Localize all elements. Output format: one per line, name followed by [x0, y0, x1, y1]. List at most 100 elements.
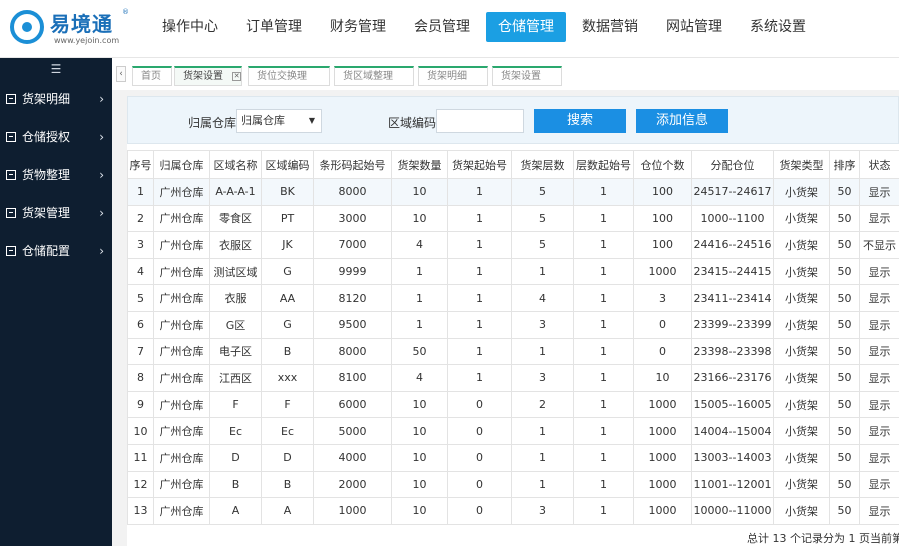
column-header[interactable]: 货架层数: [511, 150, 574, 179]
tab-label: 货架设置: [183, 71, 223, 82]
tab-shelf-detail[interactable]: 货架明细: [418, 66, 488, 86]
table-cell: 1: [573, 364, 634, 392]
column-header[interactable]: 分配仓位: [691, 150, 774, 179]
table-cell: 小货架: [773, 178, 830, 206]
sidebar-item-warehouse-config[interactable]: 仓储配置 ›: [0, 232, 112, 270]
tab-scroll-left-button[interactable]: ‹: [116, 66, 126, 82]
sidebar-item-goods-organize[interactable]: 货物整理 ›: [0, 156, 112, 194]
nav-operation-center[interactable]: 操作中心: [150, 12, 230, 42]
table-row[interactable]: 2 广州仓库 零食区 PT 3000 10 1 5 1 100 1000--1100 小货架 50 显示: [127, 204, 899, 233]
table-row[interactable]: 13 广州仓库 A A 1000 10 0 3 1 1000 10000--11000 小货架 50 显示: [127, 497, 899, 525]
brand-url: www.yejoin.com: [54, 36, 120, 45]
nav-system-settings[interactable]: 系统设置: [738, 12, 818, 42]
sidebar-item-warehouse-auth[interactable]: 仓储授权 ›: [0, 118, 112, 156]
table-cell: 1: [573, 337, 634, 366]
column-header[interactable]: 层数起始号: [573, 150, 634, 179]
table-row[interactable]: 8 广州仓库 江西区 xxx 8100 4 1 3 1 10 23166--23176 小货架 50 显示: [127, 364, 899, 392]
sidebar-item-label: 货物整理: [22, 168, 71, 182]
table-cell: 8000: [313, 178, 392, 206]
add-info-button[interactable]: 添加信息: [636, 109, 728, 133]
table-cell: G区: [209, 310, 262, 339]
table-row[interactable]: 10 广州仓库 Ec Ec 5000 10 0 1 1 1000 14004--15004 小货架 50…: [127, 417, 899, 445]
table-cell: 显示: [859, 364, 899, 392]
table-cell: 23399--23399: [691, 310, 774, 339]
table-cell: 5000: [313, 417, 392, 445]
table-cell: 8120: [313, 284, 392, 312]
table-cell: 小货架: [773, 470, 830, 499]
search-button[interactable]: 搜索: [534, 109, 626, 133]
table-row[interactable]: 5 广州仓库 衣服 AA 8120 1 1 4 1 3 23411--23414 小货架 50 显示: [127, 284, 899, 312]
table-row[interactable]: 7 广州仓库 电子区 B 8000 50 1 1 1 0 23398--23398 小货架 50 显示: [127, 337, 899, 366]
warehouse-select[interactable]: 归属仓库 ▼: [236, 109, 322, 133]
column-header[interactable]: 区域名称: [209, 150, 262, 179]
tab-region-organize[interactable]: 货区域整理: [334, 66, 414, 86]
table-cell: F: [261, 390, 314, 419]
table-cell: 4: [127, 257, 154, 286]
table-cell: 9: [127, 390, 154, 419]
table-row[interactable]: 6 广州仓库 G区 G 9500 1 1 3 1 0 23399--23399 小货架 50 显示: [127, 310, 899, 339]
table-cell: JK: [261, 231, 314, 259]
table-cell: F: [209, 390, 262, 419]
table-cell: 电子区: [209, 337, 262, 366]
column-header[interactable]: 状态: [859, 150, 899, 179]
table-cell: 零食区: [209, 204, 262, 233]
table-cell: 10: [391, 204, 448, 233]
table-cell: Ec: [261, 417, 314, 445]
table-cell: 50: [829, 417, 860, 445]
nav-order-management[interactable]: 订单管理: [234, 12, 314, 42]
search-bar: 归属仓库 归属仓库 ▼ 区域编码 搜索 添加信息: [127, 96, 899, 144]
main-content: 归属仓库 归属仓库 ▼ 区域编码 搜索 添加信息 序号 归属仓库 区域名称 区域…: [112, 90, 899, 546]
table-cell: 1: [573, 204, 634, 233]
table-cell: 8000: [313, 337, 392, 366]
table-row[interactable]: 4 广州仓库 测试区域 G 9999 1 1 1 1 1000 23415--24415 小货架 50 显…: [127, 257, 899, 286]
table-cell: 23166--23176: [691, 364, 774, 392]
table-row[interactable]: 1 广州仓库 A-A-A-1 BK 8000 10 1 5 1 100 24517--24617 小货…: [127, 178, 899, 206]
tab-shelf-settings-2[interactable]: 货架设置: [492, 66, 562, 86]
caret-down-icon: ▼: [308, 116, 315, 125]
sidebar-item-label: 仓储授权: [22, 130, 71, 144]
table-cell: 5: [511, 204, 574, 233]
table-row[interactable]: 3 广州仓库 衣服区 JK 7000 4 1 5 1 100 24416--24516 小货架 50 不显…: [127, 231, 899, 259]
list-icon: [6, 246, 16, 256]
nav-website-management[interactable]: 网站管理: [654, 12, 734, 42]
column-header[interactable]: 序号: [127, 150, 154, 179]
column-header[interactable]: 排序: [829, 150, 860, 179]
nav-finance-management[interactable]: 财务管理: [318, 12, 398, 42]
column-header[interactable]: 归属仓库: [153, 150, 210, 179]
table-cell: 50: [829, 470, 860, 499]
region-code-input[interactable]: [436, 109, 524, 133]
table-cell: B: [261, 470, 314, 499]
sidebar-item-shelf-management[interactable]: 货架管理 ›: [0, 194, 112, 232]
table-cell: 10: [391, 178, 448, 206]
column-header[interactable]: 仓位个数: [633, 150, 692, 179]
table-row[interactable]: 9 广州仓库 F F 6000 10 0 2 1 1000 15005--16005 小货架 50 显示: [127, 390, 899, 419]
brand-logo[interactable]: 易境通 ® www.yejoin.com: [10, 6, 140, 52]
column-header[interactable]: 区域编码: [261, 150, 314, 179]
column-header[interactable]: 条形码起始号: [313, 150, 392, 179]
tab-location-exchange[interactable]: 货位交换理: [248, 66, 330, 86]
table-cell: 1: [573, 310, 634, 339]
table-cell: 0: [633, 337, 692, 366]
column-header[interactable]: 货架起始号: [447, 150, 512, 179]
column-header[interactable]: 货架类型: [773, 150, 830, 179]
sidebar-item-shelf-detail[interactable]: 货架明细 ›: [0, 80, 112, 118]
table-cell: 江西区: [209, 364, 262, 392]
table-cell: 小货架: [773, 337, 830, 366]
pagination-summary: 总计 13 个记录分为 1 页当前第 1 页: [747, 532, 899, 545]
table-row[interactable]: 12 广州仓库 B B 2000 10 0 1 1 1000 11001--12001 小货架 50 显示: [127, 470, 899, 499]
table-cell: 广州仓库: [153, 257, 210, 286]
close-icon[interactable]: ✕: [232, 71, 242, 81]
table-cell: 3: [511, 310, 574, 339]
column-header[interactable]: 货架数量: [391, 150, 448, 179]
table-cell: 2: [127, 204, 154, 233]
brand-registered-mark: ®: [122, 8, 129, 16]
table-cell: 0: [447, 497, 512, 525]
nav-warehouse-management[interactable]: 仓储管理: [486, 12, 566, 42]
nav-data-marketing[interactable]: 数据营销: [570, 12, 650, 42]
nav-member-management[interactable]: 会员管理: [402, 12, 482, 42]
table-cell: 1000: [633, 497, 692, 525]
menu-toggle-icon[interactable]: ☰: [0, 58, 112, 80]
tab-home[interactable]: 首页: [132, 66, 172, 86]
tab-shelf-settings[interactable]: 货架设置 ✕: [174, 66, 242, 86]
table-row[interactable]: 11 广州仓库 D D 4000 10 0 1 1 1000 13003--14003 小货架 50 显示: [127, 443, 899, 472]
